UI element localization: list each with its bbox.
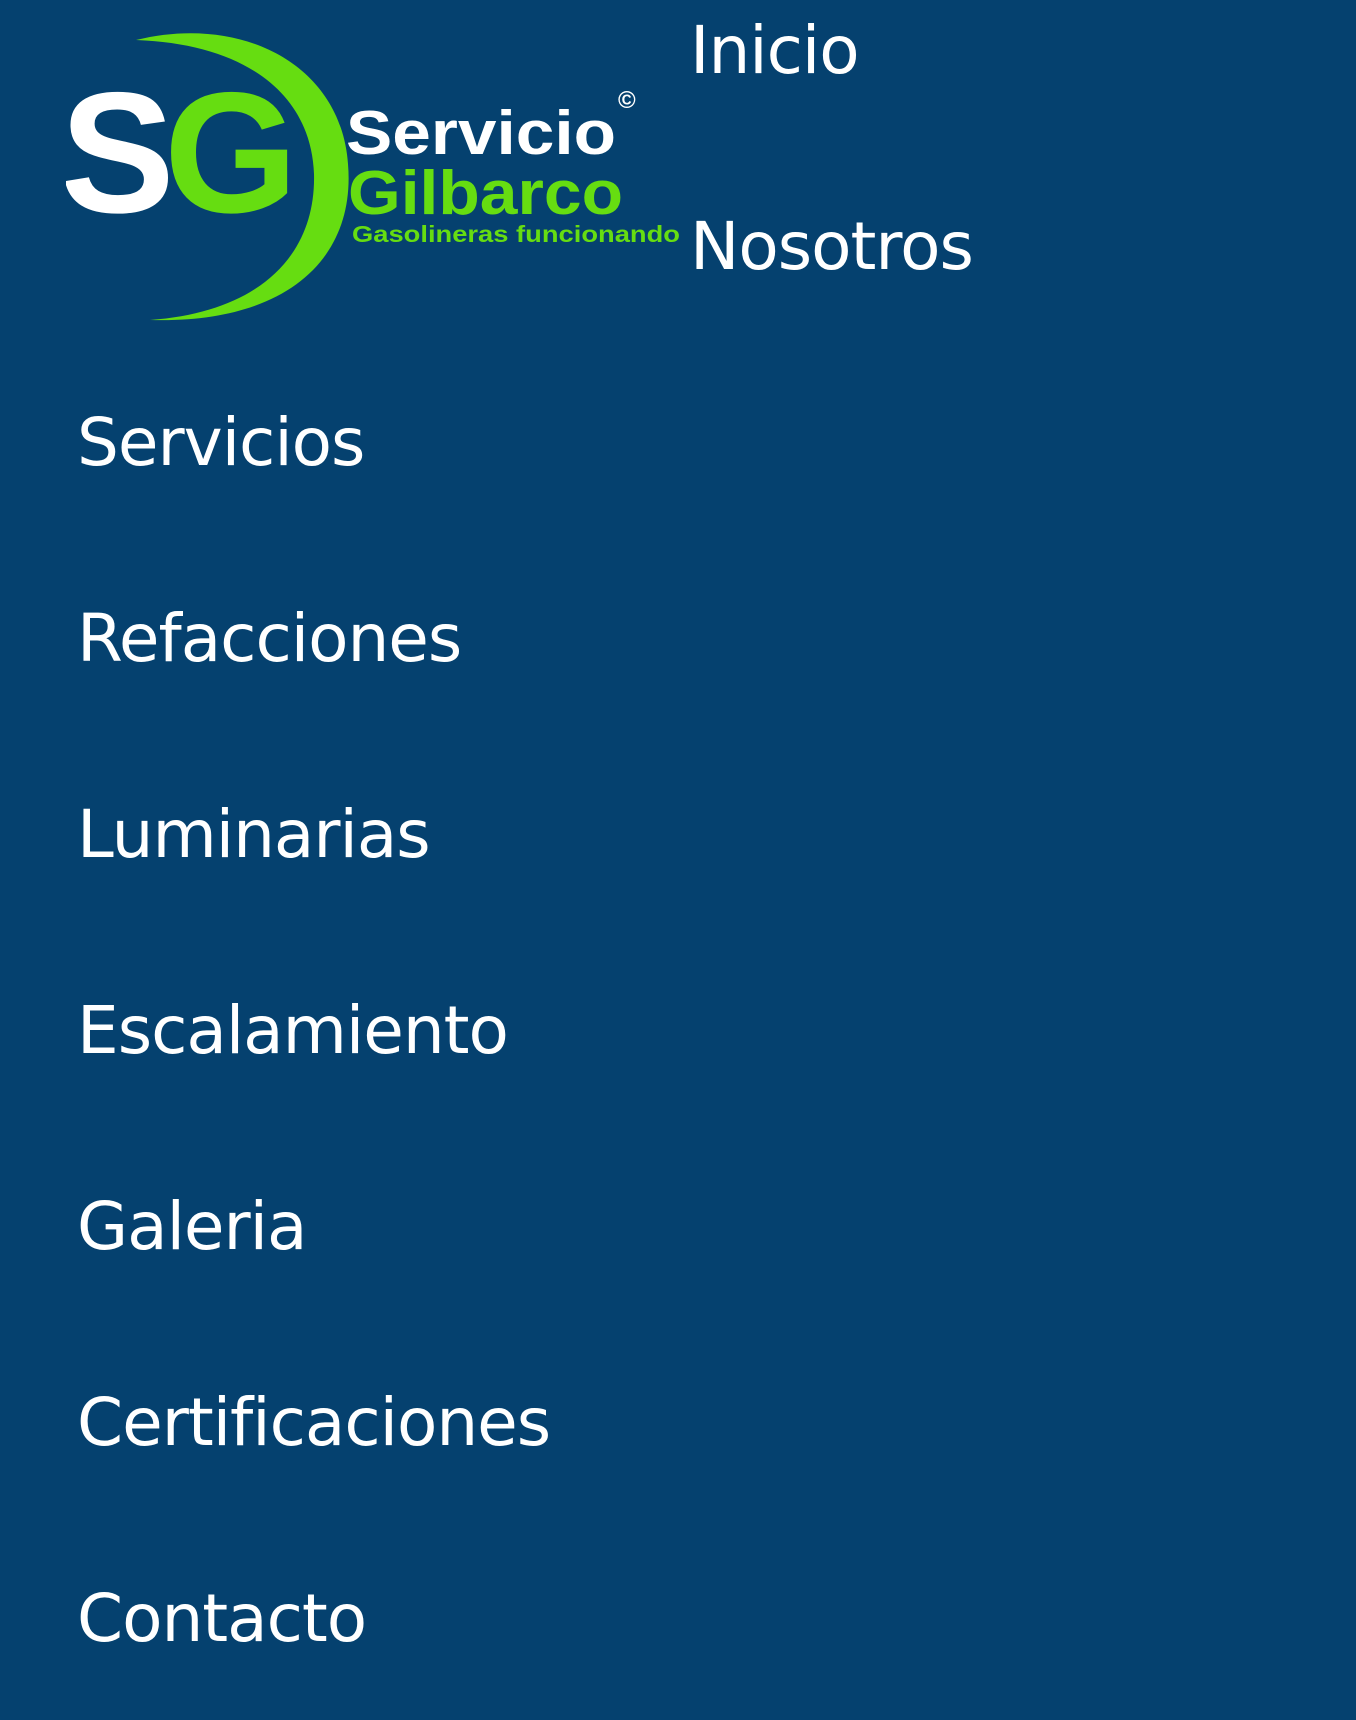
nav-item-refacciones[interactable]: Refacciones [77,606,462,672]
brand-logo-graphic: S G Servicio © Gilbarco Gasolineras func… [66,33,680,321]
logo-name-gilbarco: Gilbarco [348,159,623,228]
nav-item-inicio[interactable]: Inicio [690,18,860,84]
brand-logo[interactable]: S G Servicio © Gilbarco Gasolineras func… [66,24,686,324]
page: S G Servicio © Gilbarco Gasolineras func… [0,0,1356,1720]
logo-initial-g: G [164,57,298,249]
logo-copyright: © [618,87,636,114]
nav-item-luminarias[interactable]: Luminarias [77,802,431,868]
nav-item-escalamiento[interactable]: Escalamiento [77,998,509,1064]
nav-item-contacto[interactable]: Contacto [77,1586,367,1652]
logo-initial-s: S [66,57,168,249]
nav-item-certificaciones[interactable]: Certificaciones [77,1390,551,1456]
logo-tagline: Gasolineras funcionando [352,221,680,247]
nav-item-nosotros[interactable]: Nosotros [690,214,974,280]
nav-item-galeria[interactable]: Galeria [77,1194,307,1260]
logo-name-servicio: Servicio [346,99,616,168]
nav-item-servicios[interactable]: Servicios [77,410,365,476]
